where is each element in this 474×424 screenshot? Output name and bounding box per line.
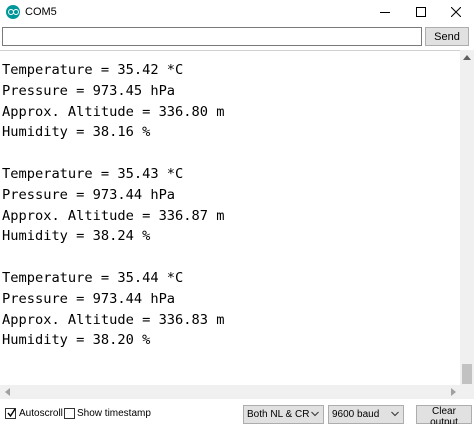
serial-output[interactable]: Temperature = 35.42 *C Pressure = 973.45 … [0, 50, 460, 399]
clear-output-button[interactable]: Clear output [416, 405, 472, 424]
output-line: Temperature = 35.43 *C [2, 165, 184, 182]
scroll-thumb[interactable] [462, 364, 472, 384]
chevron-left-icon [4, 388, 10, 396]
chevron-up-icon [463, 54, 471, 60]
minimize-button[interactable] [367, 0, 403, 24]
output-line: Humidity = 38.24 % [2, 228, 151, 245]
scroll-corner [460, 385, 474, 399]
output-lines: Temperature = 35.42 *C Pressure = 973.45 … [2, 60, 225, 351]
output-line: Humidity = 38.16 % [2, 124, 151, 141]
output-line: Pressure = 973.45 hPa [2, 82, 176, 99]
autoscroll-label: Autoscroll [19, 408, 63, 419]
window-title: COM5 [25, 6, 57, 18]
show-timestamp-label: Show timestamp [77, 408, 151, 419]
scroll-up-arrow[interactable] [460, 50, 474, 64]
output-line: Pressure = 973.44 hPa [2, 290, 176, 307]
baud-rate-select[interactable]: 9600 baud [328, 405, 404, 424]
arduino-icon [6, 5, 20, 19]
close-icon [451, 7, 461, 17]
baud-rate-value: 9600 baud [332, 409, 380, 420]
send-button[interactable]: Send [425, 27, 469, 46]
output-line: Approx. Altitude = 336.83 m [2, 311, 225, 328]
show-timestamp-checkbox[interactable] [64, 408, 75, 419]
output-line: Pressure = 973.44 hPa [2, 186, 176, 203]
output-line: Humidity = 38.20 % [2, 332, 151, 349]
scroll-right-arrow[interactable] [446, 385, 460, 399]
output-line: Approx. Altitude = 336.80 m [2, 103, 225, 120]
output-line: Temperature = 35.44 *C [2, 269, 184, 286]
output-line: Approx. Altitude = 336.87 m [2, 207, 225, 224]
line-ending-select[interactable]: Both NL & CR [243, 405, 324, 424]
serial-input[interactable] [2, 27, 422, 46]
maximize-icon [416, 7, 426, 17]
minimize-icon [380, 12, 390, 13]
horizontal-scrollbar[interactable] [0, 385, 460, 399]
line-ending-value: Both NL & CR [247, 409, 310, 420]
status-bar: Autoscroll Show timestamp Both NL & CR 9… [0, 403, 474, 424]
autoscroll-checkbox[interactable] [5, 408, 16, 419]
chevron-right-icon [450, 388, 456, 396]
vertical-scrollbar[interactable] [460, 50, 474, 399]
chevron-down-icon [311, 411, 319, 417]
close-button[interactable] [438, 0, 474, 24]
chevron-down-icon [391, 411, 399, 417]
scroll-left-arrow[interactable] [0, 385, 14, 399]
check-icon [7, 408, 16, 418]
maximize-button[interactable] [403, 0, 439, 24]
send-bar: Send [0, 24, 474, 48]
output-line: Temperature = 35.42 *C [2, 62, 184, 78]
title-bar: COM5 [0, 0, 474, 24]
